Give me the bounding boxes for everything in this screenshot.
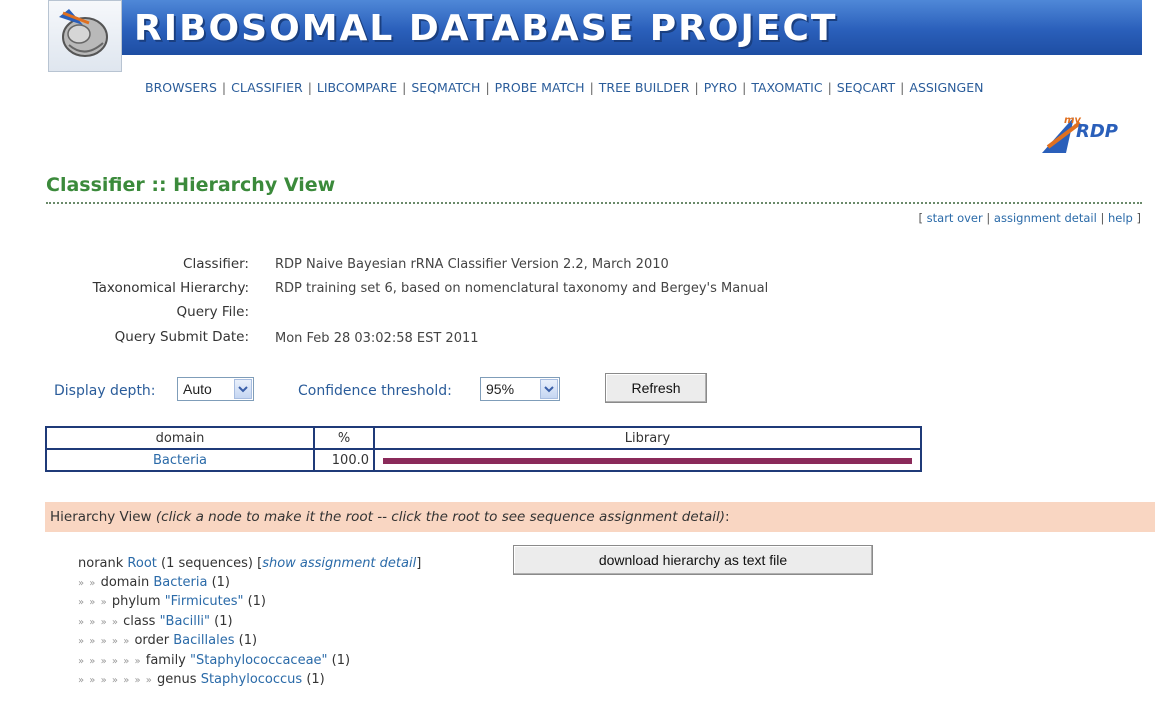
- confidence-threshold-select[interactable]: 95%: [480, 377, 560, 401]
- nav-browsers[interactable]: BROWSERS: [145, 80, 217, 95]
- tree-node: » » domain Bacteria (1): [78, 574, 231, 590]
- chevron-down-icon[interactable]: [540, 379, 558, 399]
- top-navigation: BROWSERS | CLASSIFIER | LIBCOMPARE | SEQMATCH |…: [145, 80, 983, 95]
- myrdp-logo[interactable]: my RDP: [1040, 103, 1118, 155]
- display-depth-select[interactable]: Auto: [177, 377, 254, 401]
- indent-chevrons: » » » » » »: [78, 655, 142, 667]
- domain-summary-table: domain % Library Bacteria 100.0: [45, 426, 922, 472]
- nav-separator: |: [900, 80, 905, 95]
- nav-separator: |: [589, 80, 594, 95]
- chevron-down-icon[interactable]: [234, 379, 252, 399]
- site-title: RIBOSOMAL DATABASE PROJECT: [134, 8, 838, 49]
- nav-probe-match[interactable]: PROBE MATCH: [495, 80, 585, 95]
- column-header-percent: %: [313, 426, 375, 450]
- tree-node: » » » phylum "Firmicutes" (1): [78, 594, 267, 609]
- node-link[interactable]: "Staphylococcaceae": [190, 653, 328, 668]
- hierarchy-heading-text: Hierarchy View: [50, 509, 156, 525]
- tree-node-root: norank Root (1 sequences) [show assignme…: [78, 556, 422, 571]
- node-link[interactable]: "Firmicutes": [165, 594, 244, 609]
- domain-link-bacteria[interactable]: Bacteria: [153, 453, 207, 468]
- nav-separator: |: [742, 80, 747, 95]
- percent-cell: 100.0: [313, 448, 375, 472]
- nav-taxomatic[interactable]: TAXOMATIC: [751, 80, 822, 95]
- library-bar-track: [375, 450, 920, 470]
- svg-text:RDP: RDP: [1076, 121, 1118, 142]
- tree-node: » » » » » » family "Staphylococcaceae" (…: [78, 652, 351, 668]
- table-row: Bacteria 100.0: [45, 448, 922, 472]
- confidence-threshold-value: 95%: [486, 381, 515, 397]
- display-depth-value: Auto: [183, 381, 212, 397]
- nav-pyro[interactable]: PYRO: [704, 80, 737, 95]
- node-link[interactable]: Staphylococcus: [201, 672, 302, 687]
- help-link[interactable]: help: [1108, 211, 1133, 225]
- nav-separator: |: [307, 80, 312, 95]
- indent-chevrons: » »: [78, 577, 97, 589]
- rdp-logo[interactable]: [48, 0, 122, 72]
- node-link[interactable]: Bacteria: [153, 575, 207, 590]
- hierarchy-view-heading: Hierarchy View (click a node to make it …: [45, 502, 1155, 532]
- display-depth-label: Display depth:: [54, 383, 156, 399]
- indent-chevrons: » » »: [78, 597, 108, 608]
- title-divider: [46, 202, 1142, 204]
- submit-date-label: Query Submit Date:: [114, 329, 249, 345]
- page-actions: [ start over | assignment detail | help …: [918, 211, 1141, 225]
- tree-node: » » » » » order Bacillales (1): [78, 633, 258, 648]
- classifier-value: RDP Naive Bayesian rRNA Classifier Versi…: [275, 257, 669, 272]
- download-hierarchy-button[interactable]: download hierarchy as text file: [513, 545, 873, 575]
- refresh-button[interactable]: Refresh: [605, 373, 707, 403]
- hierarchy-label: Taxonomical Hierarchy:: [92, 280, 249, 296]
- start-over-link[interactable]: start over: [927, 211, 983, 225]
- ribosome-logo-icon: [59, 9, 108, 57]
- tree-node: » » » » class "Bacilli" (1): [78, 613, 233, 629]
- nav-separator: |: [485, 80, 490, 95]
- assignment-detail-link[interactable]: assignment detail: [994, 211, 1097, 225]
- nav-libcompare[interactable]: LIBCOMPARE: [317, 80, 397, 95]
- nav-separator: |: [221, 80, 227, 95]
- node-link[interactable]: "Bacilli": [160, 614, 210, 629]
- indent-chevrons: » » » » » » »: [78, 675, 153, 686]
- page-title: Classifier :: Hierarchy View: [46, 174, 336, 196]
- node-link-root[interactable]: Root: [127, 556, 156, 571]
- nav-separator: |: [827, 80, 832, 95]
- indent-chevrons: » » » » »: [78, 636, 131, 647]
- nav-classifier[interactable]: CLASSIFIER: [231, 80, 303, 95]
- nav-seqmatch[interactable]: SEQMATCH: [411, 80, 480, 95]
- indent-chevrons: » » » »: [78, 616, 120, 628]
- hierarchy-heading-note: (click a node to make it the root -- cli…: [155, 509, 725, 525]
- confidence-threshold-label: Confidence threshold:: [298, 383, 452, 399]
- nav-separator: |: [402, 80, 407, 95]
- classifier-label: Classifier:: [183, 256, 249, 272]
- table-header-row: domain % Library: [45, 426, 922, 450]
- tree-node: » » » » » » » genus Staphylococcus (1): [78, 672, 325, 687]
- library-bar: [383, 458, 912, 464]
- myrdp-logo-icon: my RDP: [1042, 115, 1118, 153]
- nav-separator: |: [694, 80, 699, 95]
- show-assignment-detail-link[interactable]: show assignment detail: [262, 556, 416, 571]
- column-header-library: Library: [373, 426, 922, 450]
- node-link[interactable]: Bacillales: [173, 633, 234, 648]
- hierarchy-tree: norank Root (1 sequences) [show assignme…: [78, 555, 421, 691]
- submit-date-value: Mon Feb 28 03:02:58 EST 2011: [275, 331, 479, 346]
- hierarchy-value: RDP training set 6, based on nomenclatur…: [275, 281, 769, 296]
- query-file-label: Query File:: [176, 304, 249, 320]
- nav-tree-builder[interactable]: TREE BUILDER: [599, 80, 690, 95]
- nav-seqcart[interactable]: SEQCART: [837, 80, 895, 95]
- column-header-domain: domain: [45, 426, 315, 450]
- nav-assigngen[interactable]: ASSIGNGEN: [909, 80, 983, 95]
